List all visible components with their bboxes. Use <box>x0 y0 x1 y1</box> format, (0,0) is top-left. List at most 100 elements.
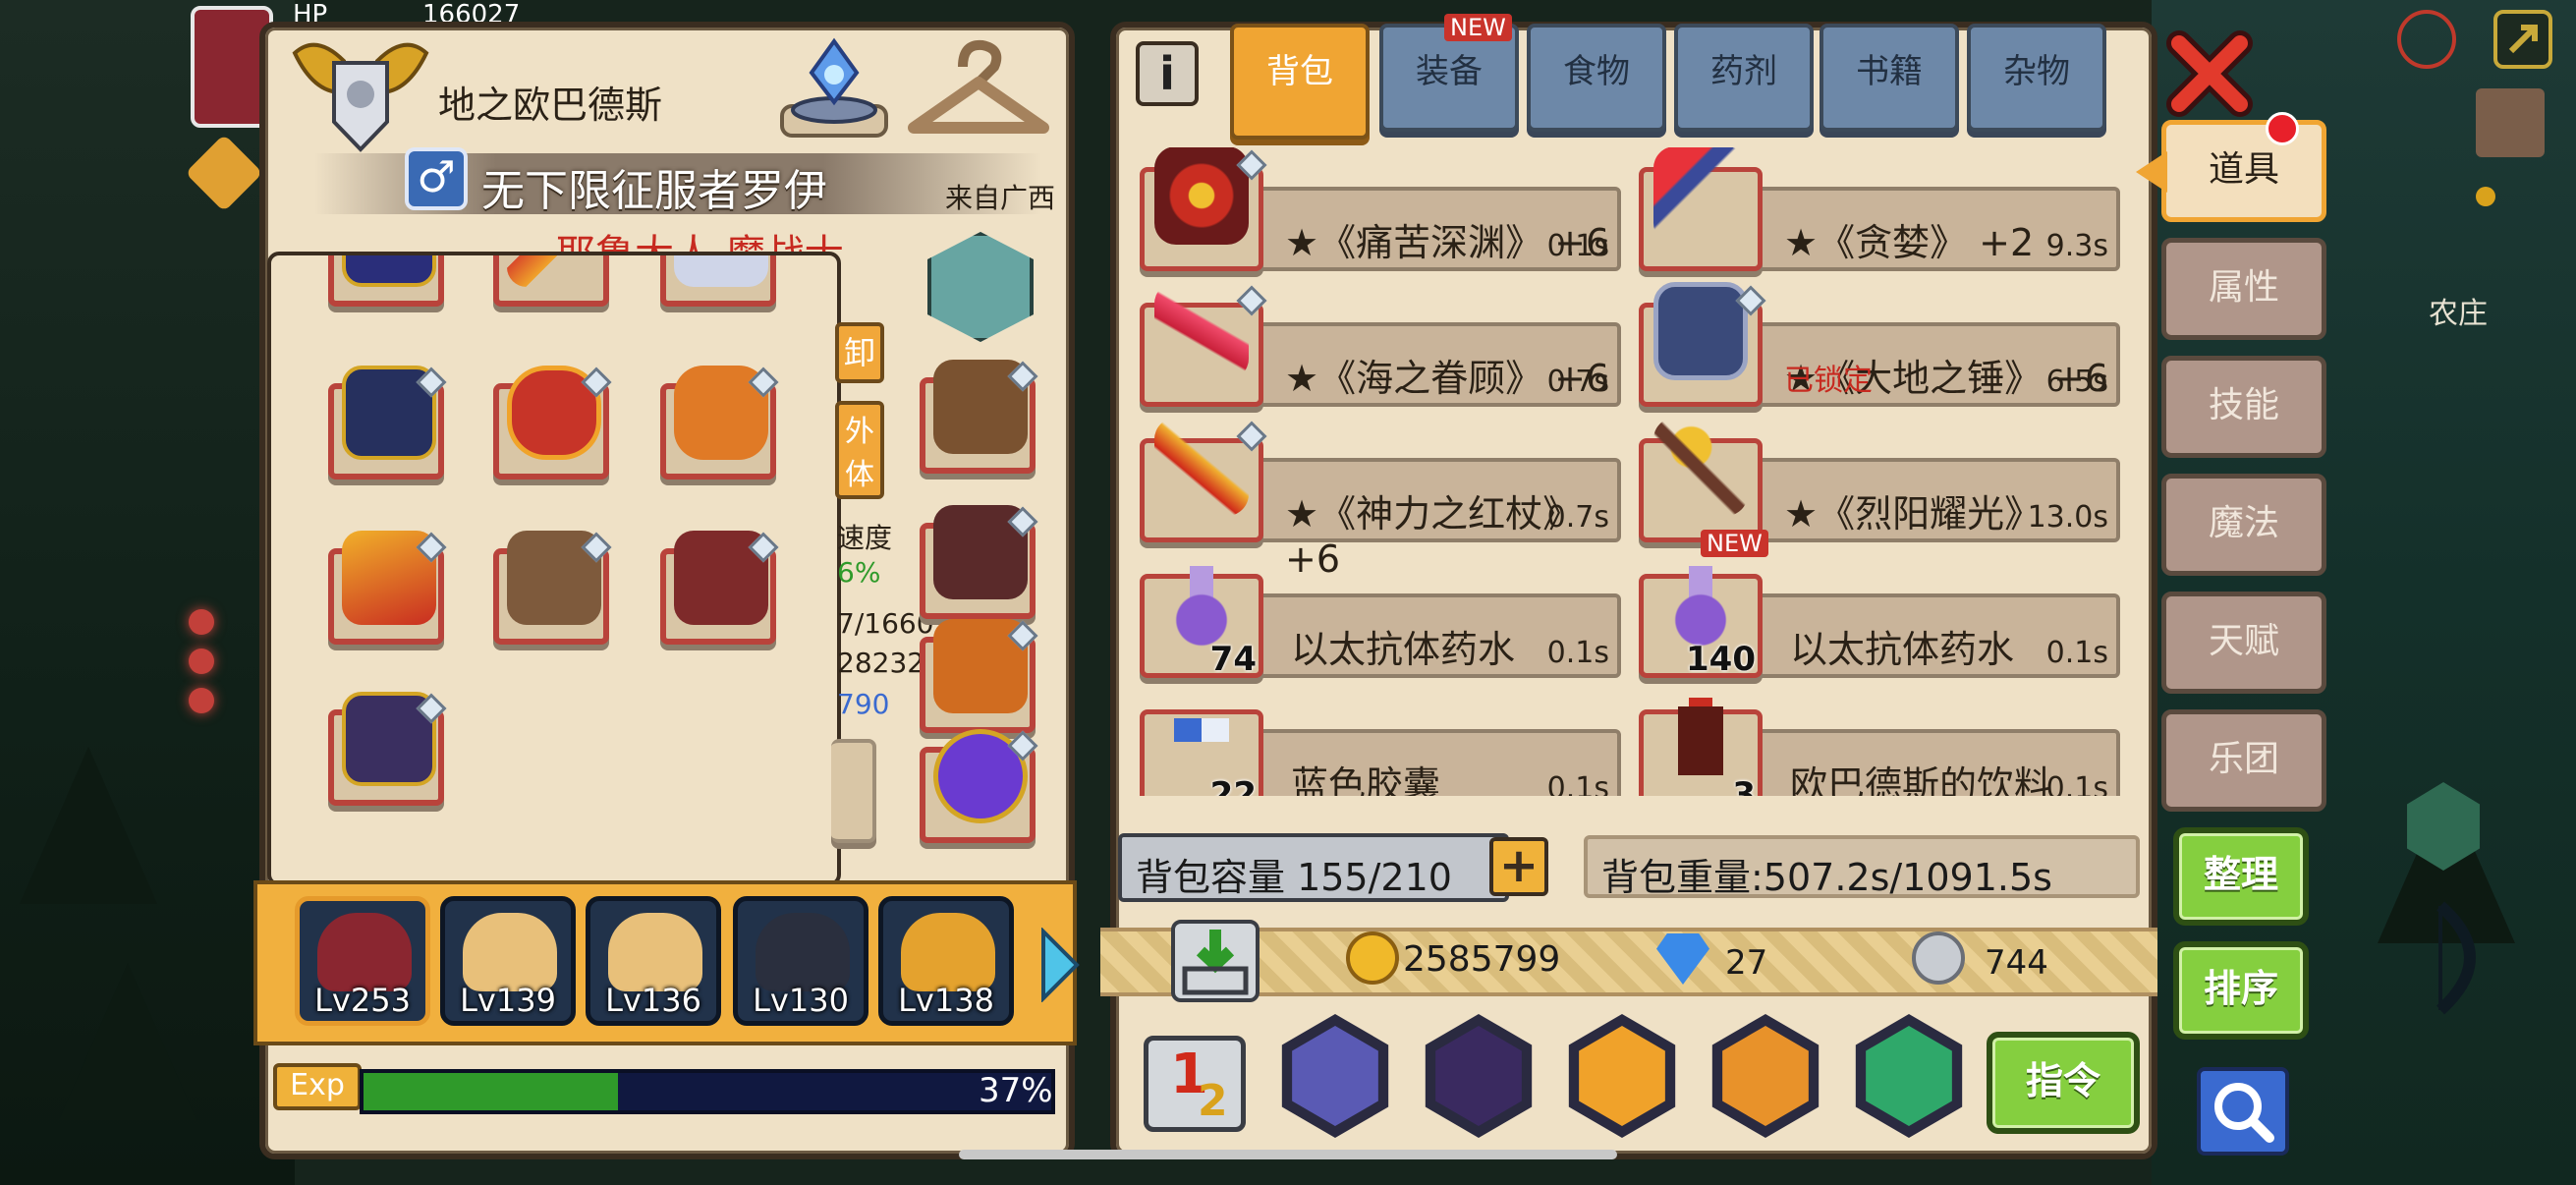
silver-amount: 744 <box>1985 943 2048 983</box>
arrows-skill-icon <box>1579 1026 1665 1126</box>
home-indicator[interactable] <box>959 1150 1617 1159</box>
class-title: 地之欧巴德斯 <box>438 84 663 127</box>
partial-stat-value: 790 <box>837 688 890 720</box>
hero-portrait <box>463 913 557 991</box>
equip-slot[interactable] <box>493 255 609 307</box>
side-tab-attributes[interactable]: 属性 <box>2161 238 2326 340</box>
item-count: 140 <box>1686 640 1756 679</box>
item-slot: 74 <box>1140 553 1263 679</box>
item-weight: 13.0s <box>2027 500 2108 535</box>
appearance-button[interactable]: 外体 <box>835 401 884 499</box>
storage-download-icon[interactable] <box>1171 920 1260 1002</box>
item-card[interactable]: ★《烈阳耀光》 13.0s NEW <box>1639 418 2120 557</box>
item-count: 22 <box>1209 775 1257 796</box>
item-slot <box>1140 147 1267 271</box>
crystal-trophy-icon[interactable] <box>776 35 892 140</box>
item-weight: 0.1s <box>1546 771 1609 796</box>
exp-bar <box>360 1069 1055 1114</box>
hero-slot[interactable]: Lv139 <box>440 896 576 1026</box>
equipment-grid <box>267 252 841 886</box>
item-name: ★《烈阳耀光》 <box>1784 492 2043 536</box>
accessory-slot[interactable] <box>920 360 1038 474</box>
accessory-slot[interactable] <box>920 505 1038 619</box>
item-card[interactable]: 以太抗体药水 0.1s 140 <box>1639 553 2120 682</box>
side-tab-items[interactable]: 道具 <box>2161 120 2326 222</box>
tab-bag[interactable]: 背包 <box>1230 24 1370 140</box>
notification-dot <box>2266 112 2299 145</box>
item-card[interactable]: ★《痛苦深渊》 +6 0.1s <box>1140 147 1621 275</box>
equip-slot-partial[interactable] <box>831 739 876 843</box>
hero-slot[interactable]: Lv138 <box>878 896 1014 1026</box>
hero-portrait <box>317 913 412 991</box>
tab-potion[interactable]: 药剂 <box>1674 24 1814 132</box>
gem-amount: 27 <box>1725 943 1768 983</box>
map-building-icon <box>2476 88 2545 157</box>
organize-button[interactable]: 整理 <box>2173 827 2309 926</box>
item-weight: 0.7s <box>1546 500 1609 535</box>
golden-halberd-icon <box>1653 418 1748 516</box>
hero-slot[interactable]: Lv130 <box>733 896 868 1026</box>
tab-food[interactable]: 食物 <box>1527 24 1666 132</box>
equip-slot[interactable] <box>493 366 612 480</box>
item-weight: 0.1s <box>2045 771 2108 796</box>
equip-slot[interactable] <box>660 366 779 480</box>
equip-slot[interactable] <box>660 255 776 307</box>
side-tab-talent[interactable]: 天赋 <box>2161 592 2326 694</box>
item-weight: 9.3s <box>2045 229 2108 263</box>
close-icon[interactable] <box>2165 29 2254 118</box>
unequip-button[interactable]: 卸 <box>835 322 884 383</box>
item-card[interactable]: ★《神力之红杖》 +6 0.7s <box>1140 418 1621 581</box>
equip-slot[interactable] <box>328 531 447 645</box>
item-card[interactable]: ★《贪婪》 +2 9.3s <box>1639 147 2120 275</box>
item-slot: 3 <box>1639 689 1763 796</box>
background-tree <box>59 963 196 1120</box>
sort-button[interactable]: 排序 <box>2173 941 2309 1040</box>
equip-slot[interactable] <box>660 531 779 645</box>
bow-icon[interactable] <box>2421 900 2505 1016</box>
shield-skill-icon <box>1292 1026 1378 1126</box>
hero-portrait <box>901 913 995 991</box>
info-button[interactable]: i <box>1136 41 1199 106</box>
red-staff-icon <box>1154 418 1249 516</box>
item-count: 3 <box>1732 775 1756 796</box>
gold-amount: 2585799 <box>1403 939 1561 980</box>
equip-slot[interactable] <box>493 531 612 645</box>
character-name: 无下限征服者罗伊 <box>481 166 827 216</box>
item-card[interactable]: ★《海之眷顾》 +6 0.7s <box>1140 282 1621 411</box>
item-card[interactable]: 蓝色胶囊 0.1s 22 <box>1140 689 1621 796</box>
hanger-icon[interactable] <box>904 39 1053 141</box>
split-button[interactable]: 12 <box>1144 1036 1246 1132</box>
item-slot <box>1639 147 1763 271</box>
expand-capacity-button[interactable]: + <box>1489 837 1548 896</box>
shield-emblem-icon <box>342 255 436 287</box>
blade-skill-icon <box>1435 1026 1522 1126</box>
search-button[interactable] <box>2197 1067 2289 1156</box>
expand-icon[interactable] <box>2493 10 2552 69</box>
hero-level: Lv139 <box>460 982 556 1019</box>
item-card[interactable]: ★《大地之锤》 +6 已锁定 6.5s <box>1639 282 2120 411</box>
spear-skill-icon <box>1722 1026 1809 1126</box>
accessory-slot[interactable] <box>920 729 1038 843</box>
item-card[interactable]: 以太抗体药水 0.1s 74 <box>1140 553 1621 682</box>
gold-coin-icon <box>1346 931 1399 985</box>
equip-slot[interactable] <box>328 366 447 480</box>
hero-slot[interactable]: Lv253 <box>295 896 430 1026</box>
side-tab-skills[interactable]: 技能 <box>2161 356 2326 458</box>
partial-stat-label: 速度 <box>837 522 893 554</box>
item-weight: 0.1s <box>2045 636 2108 670</box>
rank-emblem-icon <box>292 42 429 152</box>
equip-slot[interactable] <box>328 692 447 806</box>
command-button[interactable]: 指令 <box>1987 1032 2140 1134</box>
tab-misc[interactable]: 杂物 <box>1967 24 2106 132</box>
item-card[interactable]: 欧巴德斯的饮料 0.1s 3 <box>1639 689 2120 796</box>
tab-books[interactable]: 书籍 <box>1820 24 1959 132</box>
globe-icon[interactable] <box>2397 10 2456 69</box>
item-slot: 22 <box>1140 689 1263 796</box>
accessory-slot[interactable] <box>920 619 1038 733</box>
side-tab-band[interactable]: 乐团 <box>2161 709 2326 812</box>
equip-slot[interactable] <box>328 255 444 307</box>
map-farm-label: 农庄 <box>2429 297 2488 331</box>
side-tab-magic[interactable]: 魔法 <box>2161 474 2326 576</box>
hero-slot[interactable]: Lv136 <box>586 896 721 1026</box>
next-arrow-icon[interactable] <box>1037 928 1083 1002</box>
